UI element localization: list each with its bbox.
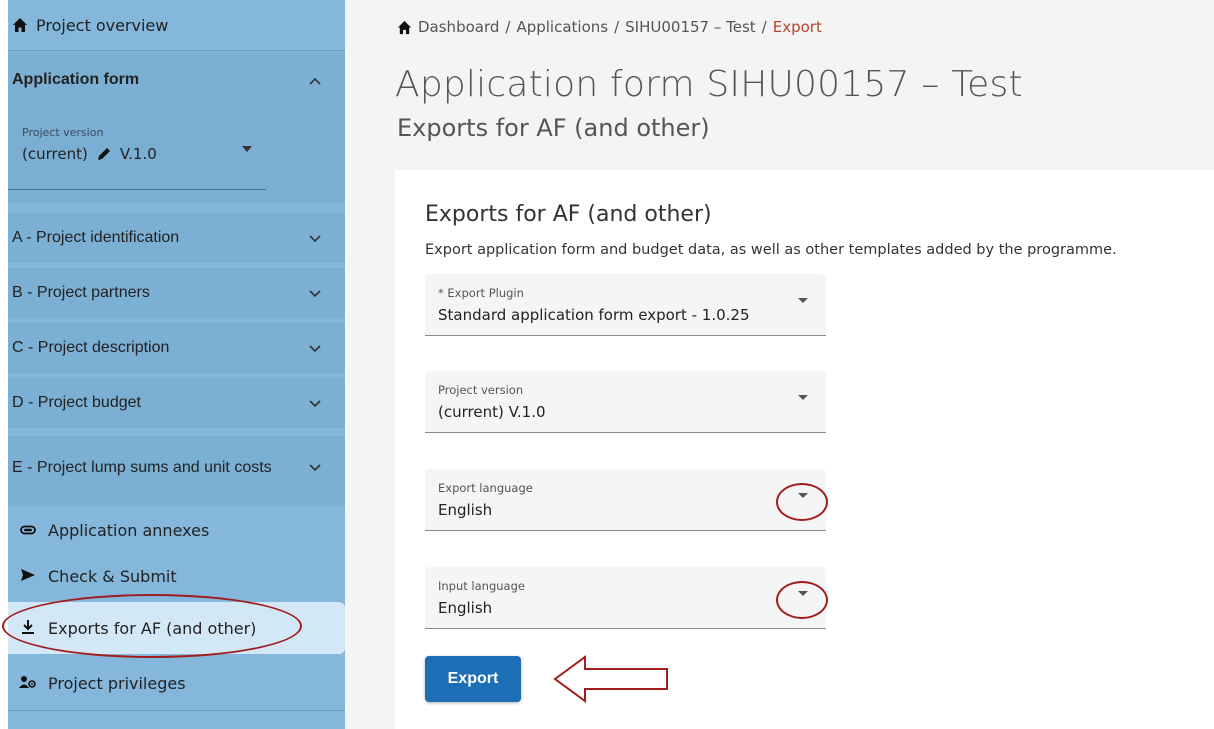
annotation-oval xyxy=(2,594,302,658)
sidebar-item-label: C - Project description xyxy=(12,339,170,356)
breadcrumb-current: Export xyxy=(772,18,822,36)
field-label: Project version xyxy=(438,383,524,397)
chevron-up-icon[interactable] xyxy=(309,72,321,88)
sidebar-section-label: Application form xyxy=(12,71,140,88)
page-subtitle: Exports for AF (and other) xyxy=(397,114,710,142)
sidebar-item-check-submit[interactable]: Check & Submit xyxy=(8,553,345,599)
version-prefix: (current) xyxy=(22,145,88,163)
field-label: * Export Plugin xyxy=(438,286,524,300)
breadcrumb-separator: / xyxy=(614,18,620,36)
export-plugin-select[interactable]: * Export Plugin Standard application for… xyxy=(425,274,826,336)
breadcrumb-separator: / xyxy=(761,18,767,36)
project-version-select[interactable]: Project version (current) V.1.0 xyxy=(8,112,266,190)
field-label: Export language xyxy=(438,481,533,495)
annotation-circle xyxy=(776,483,828,521)
breadcrumb-dashboard[interactable]: Dashboard xyxy=(418,18,499,36)
input-language-select[interactable]: Input language English xyxy=(425,567,826,629)
chevron-down-icon xyxy=(242,144,252,155)
breadcrumb-separator: / xyxy=(505,18,511,36)
sidebar-item-project-overview[interactable]: Project overview xyxy=(8,0,345,50)
sidebar-item-project-description[interactable]: C - Project description xyxy=(8,323,345,373)
chevron-down-icon xyxy=(309,230,321,246)
sidebar-item-label: Project privileges xyxy=(48,673,186,693)
paperclip-icon xyxy=(16,522,40,538)
chevron-down-icon xyxy=(309,395,321,411)
sidebar-section-application-form[interactable]: Application form xyxy=(8,52,345,108)
pencil-icon xyxy=(97,148,110,160)
field-value: English xyxy=(438,599,493,617)
field-value: Standard application form export - 1.0.2… xyxy=(438,306,750,324)
project-version-label: Project version xyxy=(22,126,104,139)
sidebar-item-lump-sums[interactable]: E - Project lump sums and unit costs xyxy=(8,436,345,498)
export-language-select[interactable]: Export language English xyxy=(425,469,826,531)
dropdown-caret-icon xyxy=(798,298,808,303)
sidebar-item-application-annexes[interactable]: Application annexes xyxy=(8,507,345,553)
user-gear-icon xyxy=(16,675,40,692)
sidebar-section-footer xyxy=(8,498,345,506)
sidebar-item-label: B - Project partners xyxy=(12,284,150,301)
sidebar-item-project-partners[interactable]: B - Project partners xyxy=(8,268,345,318)
sidebar-divider xyxy=(8,710,345,711)
page-title: Application form SIHU00157 – Test xyxy=(395,64,1023,105)
sidebar-item-label: D - Project budget xyxy=(12,394,141,411)
annotation-circle xyxy=(776,581,828,619)
field-label: Input language xyxy=(438,579,525,593)
chevron-down-icon xyxy=(309,285,321,301)
sidebar-divider xyxy=(8,50,345,51)
home-icon[interactable] xyxy=(397,20,412,35)
home-icon xyxy=(13,18,27,32)
export-button[interactable]: Export xyxy=(425,656,521,702)
sidebar-item-label: Application annexes xyxy=(48,520,210,540)
project-version-value: (current) V.1.0 xyxy=(22,145,266,163)
breadcrumb-applications[interactable]: Applications xyxy=(516,18,608,36)
field-value: English xyxy=(438,501,493,519)
chevron-down-icon xyxy=(309,340,321,356)
sidebar-item-label: Check & Submit xyxy=(48,566,177,586)
project-version-field[interactable]: Project version (current) V.1.0 xyxy=(425,371,826,433)
sidebar-item-label: E - Project lump sums and unit costs xyxy=(12,458,272,476)
card-description: Export application form and budget data,… xyxy=(425,242,1117,258)
main-content: Dashboard / Applications / SIHU00157 – T… xyxy=(345,0,1214,729)
breadcrumb-project[interactable]: SIHU00157 – Test xyxy=(625,18,756,36)
sidebar-item-project-budget[interactable]: D - Project budget xyxy=(8,378,345,428)
sidebar-item-project-privileges[interactable]: Project privileges xyxy=(8,660,345,706)
send-icon xyxy=(16,568,40,585)
export-card: Exports for AF (and other) Export applic… xyxy=(395,170,1214,729)
sidebar-item-project-identification[interactable]: A - Project identification xyxy=(8,213,345,263)
chevron-down-icon xyxy=(309,459,321,475)
field-value: (current) V.1.0 xyxy=(438,403,546,421)
sidebar-item-label: A - Project identification xyxy=(12,229,180,246)
card-title: Exports for AF (and other) xyxy=(425,202,712,227)
dropdown-caret-icon xyxy=(798,395,808,400)
sidebar-item-label: Project overview xyxy=(36,15,169,35)
annotation-arrow-icon xyxy=(553,655,668,703)
version-suffix: V.1.0 xyxy=(119,145,157,163)
breadcrumb: Dashboard / Applications / SIHU00157 – T… xyxy=(397,18,822,36)
